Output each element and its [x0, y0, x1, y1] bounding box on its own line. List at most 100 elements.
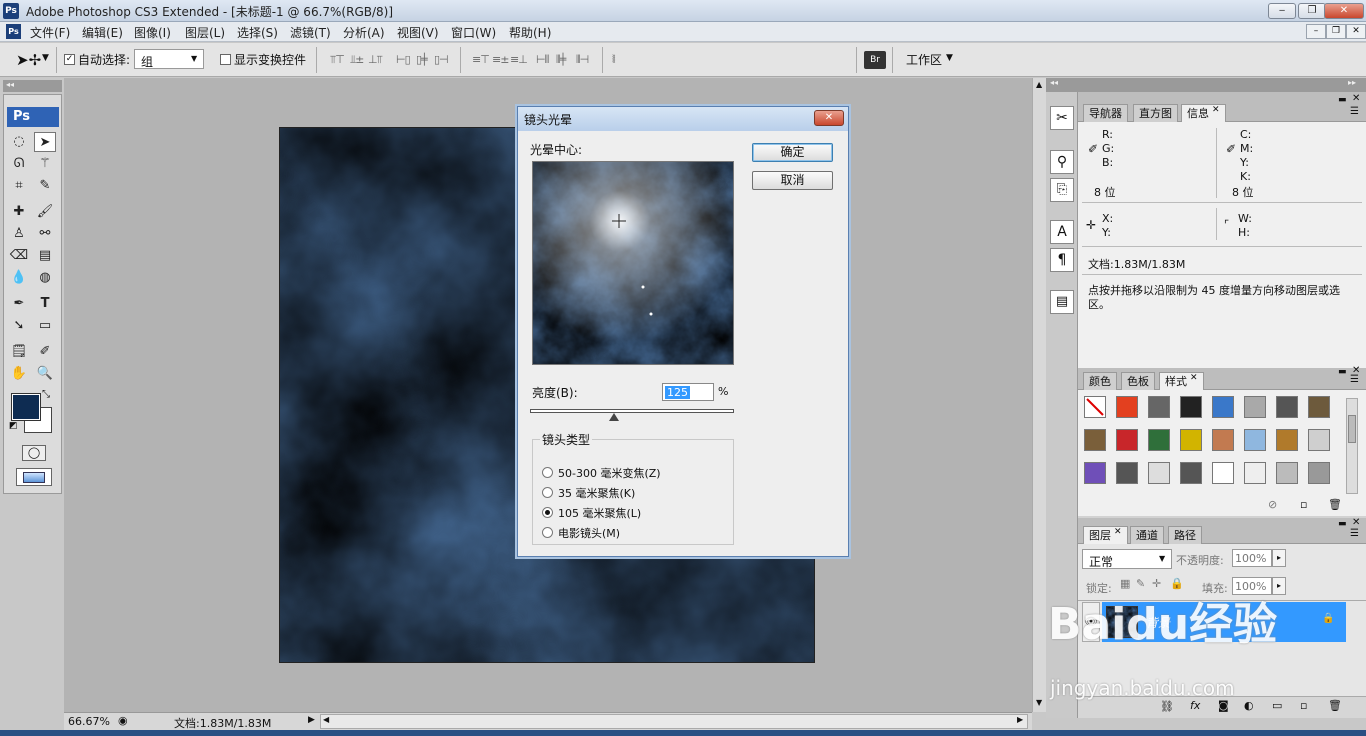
style-swatch[interactable] — [1244, 396, 1266, 418]
layer-comps-icon[interactable]: ▤ — [1050, 290, 1074, 314]
gradient-tool-icon[interactable]: ▤ — [34, 246, 56, 266]
scroll-right-icon[interactable]: ▶ — [1017, 715, 1023, 724]
tab-histogram[interactable]: 直方图 — [1133, 104, 1178, 122]
vertical-scrollbar[interactable]: ▲ ▼ — [1032, 78, 1046, 712]
brightness-slider-thumb[interactable] — [608, 413, 619, 421]
tools-preset-icon[interactable]: ✂ — [1050, 106, 1074, 130]
magic-wand-tool-icon[interactable]: ⚚ — [34, 154, 56, 174]
doc-restore-button[interactable]: ❐ — [1326, 24, 1346, 39]
lens-option-radio-1[interactable] — [542, 487, 553, 498]
style-swatch[interactable] — [1116, 462, 1138, 484]
align-bottom-icon[interactable]: ⊥⫪ — [368, 53, 390, 67]
style-swatch[interactable] — [1116, 429, 1138, 451]
brightness-slider[interactable] — [530, 409, 734, 413]
new-style-icon[interactable]: ▫ — [1300, 498, 1307, 511]
eyedropper-tool-icon[interactable]: ✐ — [34, 342, 56, 362]
menu-layer[interactable]: 图层(L) — [185, 24, 225, 41]
status-menu-arrow-icon[interactable]: ▶ — [308, 715, 315, 725]
foreground-color-swatch[interactable] — [11, 393, 41, 421]
style-swatch[interactable] — [1212, 396, 1234, 418]
clone-stamp-tool-icon[interactable]: ♙ — [8, 224, 30, 244]
brush-tool-icon[interactable]: 🖌 — [34, 202, 56, 222]
menu-filter[interactable]: 滤镜(T) — [290, 24, 331, 41]
show-transform-checkbox[interactable] — [220, 54, 231, 65]
tool-preset-arrow-icon[interactable]: ▼ — [42, 53, 49, 63]
status-info-icon[interactable]: ◉ — [118, 714, 128, 727]
doc-minimize-button[interactable]: – — [1306, 24, 1326, 39]
panel-minimize-icon[interactable]: ▬ — [1338, 95, 1347, 105]
shape-tool-icon[interactable]: ▭ — [34, 316, 56, 336]
brightness-input[interactable]: 125 — [662, 383, 714, 401]
restore-button[interactable]: ❐ — [1298, 3, 1326, 19]
style-swatch[interactable] — [1244, 462, 1266, 484]
tab-color[interactable]: 颜色 — [1083, 372, 1117, 390]
style-swatch[interactable] — [1308, 429, 1330, 451]
distribute-bottom-icon[interactable]: ≡⊥ — [510, 53, 532, 67]
lens-option-radio-2[interactable] — [542, 507, 553, 518]
panel-menu-icon[interactable]: ☰ — [1350, 106, 1359, 117]
menu-window[interactable]: 窗口(W) — [451, 24, 496, 41]
ps-menu-icon[interactable]: Ps — [6, 24, 21, 39]
style-swatch[interactable] — [1180, 429, 1202, 451]
menu-select[interactable]: 选择(S) — [237, 24, 278, 41]
panel-close-icon[interactable]: ✕ — [1352, 517, 1360, 528]
move-tool-icon[interactable]: ➤✢ — [16, 51, 41, 69]
link-layers-icon[interactable]: ⛓ — [1160, 700, 1174, 713]
lens-option-label-1[interactable]: 35 毫米聚焦(K) — [558, 485, 635, 501]
align-left-icon[interactable]: ⊢▯ — [396, 53, 418, 67]
panels-top-bar[interactable]: ▸▸ — [1078, 78, 1366, 92]
hand-tool-icon[interactable]: ✋ — [8, 364, 30, 384]
move-tool-active-icon[interactable]: ➤ — [34, 132, 56, 152]
panel-menu-icon[interactable]: ☰ — [1350, 528, 1359, 539]
tab-channels[interactable]: 通道 — [1130, 526, 1164, 544]
panel-menu-icon[interactable]: ☰ — [1350, 374, 1359, 385]
lens-option-label-2[interactable]: 105 毫米聚焦(L) — [558, 505, 641, 521]
lens-option-radio-3[interactable] — [542, 527, 553, 538]
style-swatch[interactable] — [1180, 462, 1202, 484]
tab-navigator[interactable]: 导航器 — [1083, 104, 1128, 122]
tab-paths[interactable]: 路径 — [1168, 526, 1202, 544]
blend-mode-dropdown[interactable]: 正常 ▼ — [1082, 549, 1172, 569]
style-swatch[interactable] — [1084, 396, 1106, 418]
blur-tool-icon[interactable]: 💧 — [8, 268, 30, 288]
clear-style-icon[interactable]: ⊘ — [1268, 498, 1277, 511]
horizontal-scrollbar[interactable]: ◀ ▶ — [320, 714, 1028, 729]
panel-minimize-icon[interactable]: ▬ — [1338, 519, 1347, 529]
menu-help[interactable]: 帮助(H) — [509, 24, 551, 41]
new-layer-icon[interactable]: ▫ — [1300, 699, 1307, 712]
lens-option-label-3[interactable]: 电影镜头(M) — [558, 525, 620, 541]
character-icon[interactable]: A — [1050, 220, 1074, 244]
slice-tool-icon[interactable]: ✎ — [34, 176, 56, 196]
paragraph-icon[interactable]: ¶ — [1050, 248, 1074, 272]
default-colors-icon[interactable]: ◩ — [9, 421, 18, 431]
style-swatch[interactable] — [1308, 462, 1330, 484]
opacity-input[interactable]: 100% — [1232, 549, 1272, 567]
dialog-close-button[interactable]: ✕ — [814, 110, 844, 126]
scroll-down-icon[interactable]: ▼ — [1036, 698, 1042, 707]
marquee-tool-icon[interactable]: ◌ — [8, 132, 30, 152]
minimize-button[interactable]: ‒ — [1268, 3, 1296, 19]
tab-swatches[interactable]: 色板 — [1121, 372, 1155, 390]
layer-style-icon[interactable]: fx — [1190, 699, 1200, 712]
bridge-icon[interactable]: Br — [864, 51, 886, 69]
swap-colors-icon[interactable]: ⤡ — [42, 389, 50, 400]
style-swatch[interactable] — [1148, 396, 1170, 418]
opacity-arrow-icon[interactable]: ▸ — [1272, 549, 1286, 567]
menu-view[interactable]: 视图(V) — [397, 24, 439, 41]
toolbox-header[interactable]: ◂◂ — [3, 80, 62, 92]
crop-tool-icon[interactable]: ⌗ — [8, 176, 30, 196]
notes-tool-icon[interactable]: 🗒 — [8, 342, 30, 362]
style-swatch[interactable] — [1308, 396, 1330, 418]
distribute-top-icon[interactable]: ≡⊤ — [472, 53, 494, 67]
align-right-icon[interactable]: ▯⊣ — [434, 53, 456, 67]
menu-file[interactable]: 文件(F) — [30, 24, 70, 41]
style-swatch[interactable] — [1084, 462, 1106, 484]
auto-align-icon[interactable]: ⦚⦚ — [612, 53, 634, 67]
clone-source-icon[interactable]: ⎘ — [1050, 178, 1074, 202]
style-swatch[interactable] — [1180, 396, 1202, 418]
distribute-right-icon[interactable]: ⫴⊣ — [576, 53, 598, 67]
style-swatch[interactable] — [1116, 396, 1138, 418]
style-swatch[interactable] — [1084, 429, 1106, 451]
close-window-button[interactable]: ✕ — [1324, 3, 1364, 19]
auto-select-checkbox[interactable]: ✓ — [64, 54, 75, 65]
